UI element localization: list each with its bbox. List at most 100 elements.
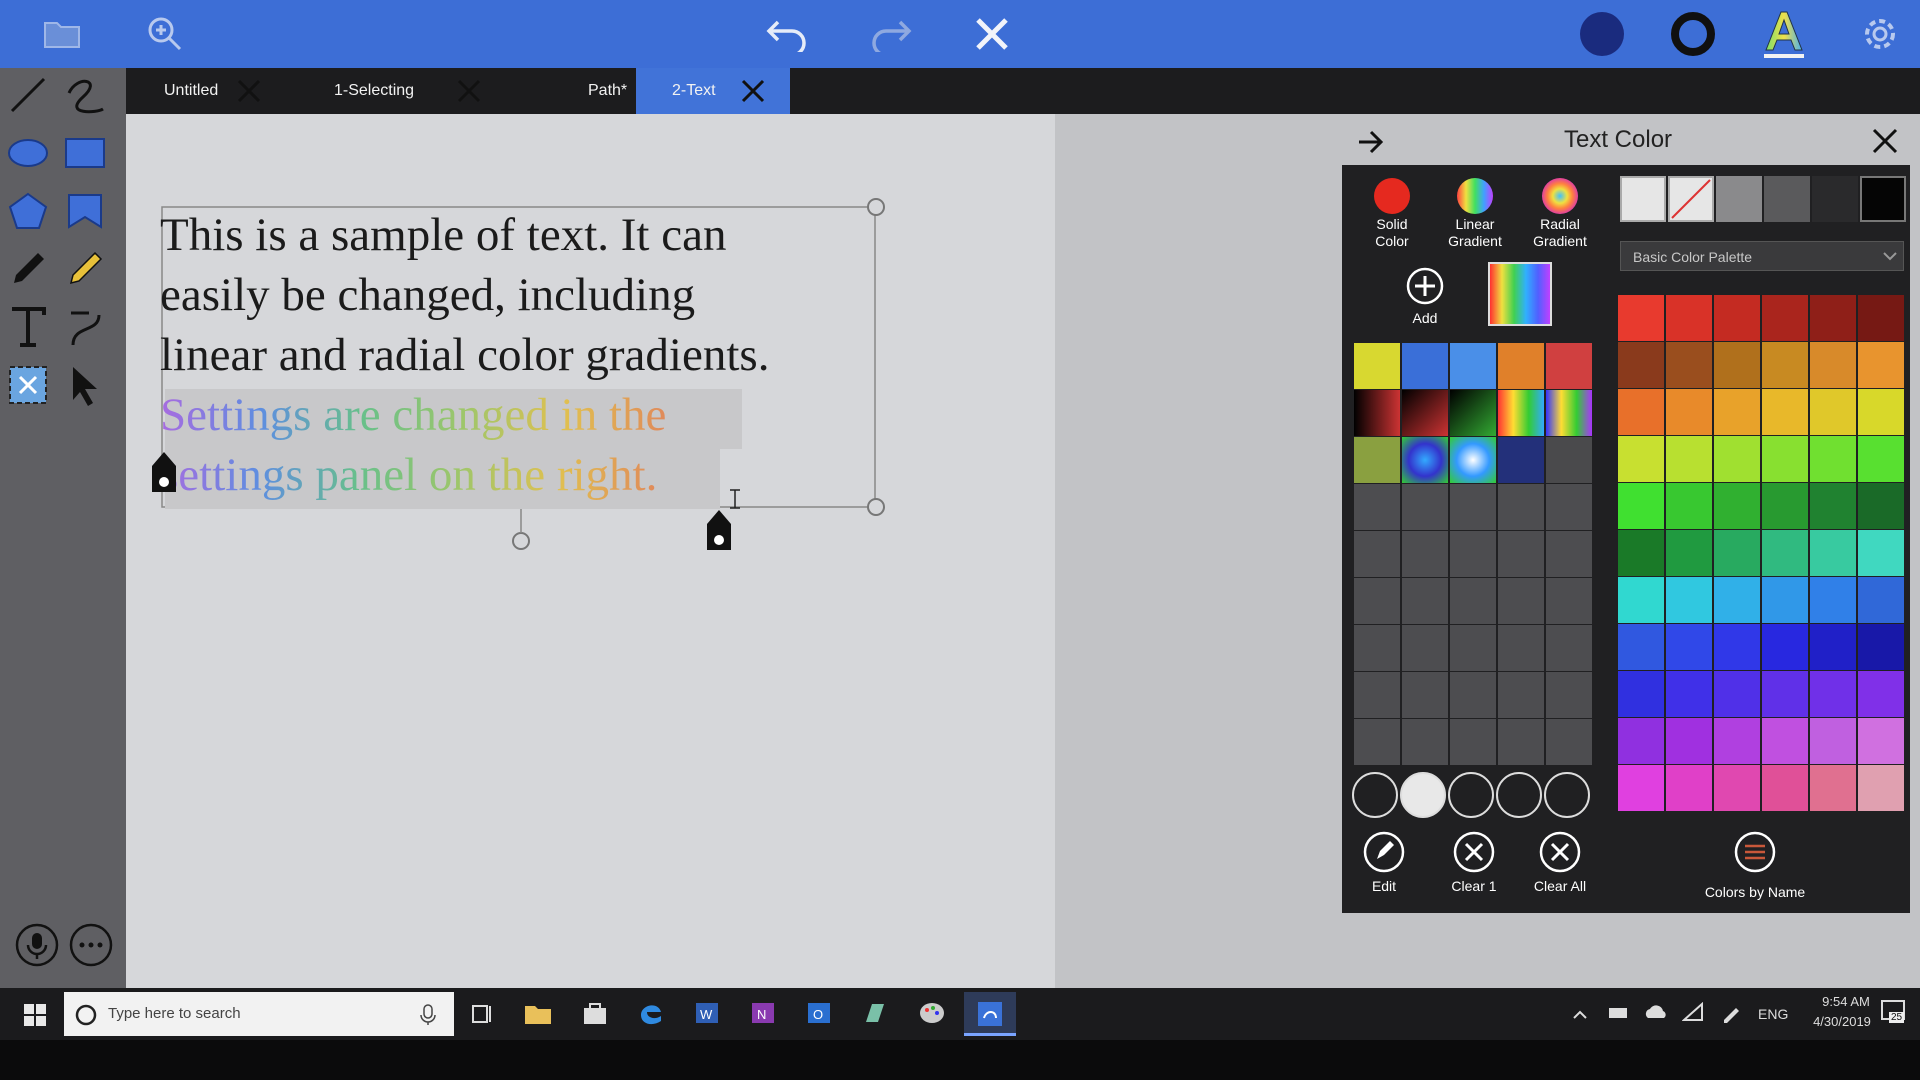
gradient-swatch[interactable]	[1450, 484, 1496, 530]
gradient-swatch[interactable]	[1546, 390, 1592, 436]
gradient-swatch[interactable]	[1546, 343, 1592, 389]
palette-swatch[interactable]	[1714, 342, 1760, 388]
palette-swatch[interactable]	[1858, 342, 1904, 388]
gradient-swatch[interactable]	[1546, 625, 1592, 671]
settings-gear-icon[interactable]	[1852, 6, 1908, 62]
zoom-icon[interactable]	[137, 6, 193, 62]
show-hidden-icons-icon[interactable]	[1572, 1008, 1588, 1020]
gradient-swatch[interactable]	[1402, 390, 1448, 436]
freehand-tool-icon[interactable]	[60, 70, 110, 120]
palette-swatch[interactable]	[1618, 342, 1664, 388]
palette-swatch[interactable]	[1618, 624, 1664, 670]
text-color-icon[interactable]	[1756, 6, 1812, 62]
shade-swatch[interactable]	[1812, 176, 1858, 222]
line-tool-icon[interactable]	[3, 70, 53, 120]
palette-swatch[interactable]	[1666, 624, 1712, 670]
palette-swatch[interactable]	[1666, 765, 1712, 811]
palette-swatch[interactable]	[1858, 530, 1904, 576]
gradient-swatch[interactable]	[1354, 437, 1400, 483]
colors-by-name-label[interactable]: Colors by Name	[1690, 884, 1820, 900]
active-app-icon[interactable]	[964, 992, 1016, 1036]
gradient-swatch[interactable]	[1546, 437, 1592, 483]
no-color-swatch[interactable]	[1668, 176, 1714, 222]
pen-icon[interactable]	[1720, 1002, 1742, 1024]
edit-icon[interactable]	[1362, 830, 1406, 874]
palette-swatch[interactable]	[1714, 718, 1760, 764]
palette-swatch[interactable]	[1618, 718, 1664, 764]
palette-swatch[interactable]	[1618, 765, 1664, 811]
gradient-swatch[interactable]	[1498, 437, 1544, 483]
close-tab-icon[interactable]	[236, 78, 262, 104]
gradient-swatch[interactable]	[1402, 531, 1448, 577]
palette-swatch[interactable]	[1714, 671, 1760, 717]
recent-color-slot[interactable]	[1400, 772, 1446, 818]
text-tool-icon[interactable]	[3, 302, 53, 352]
task-view-icon[interactable]	[470, 1002, 494, 1026]
palette-swatch[interactable]	[1666, 483, 1712, 529]
gradient-swatch[interactable]	[1546, 531, 1592, 577]
windows-start-icon[interactable]	[24, 1004, 46, 1026]
edge-browser-icon[interactable]	[638, 1000, 664, 1026]
clock-date[interactable]: 4/30/2019	[1796, 1014, 1888, 1029]
palette-swatch[interactable]	[1714, 530, 1760, 576]
gradient-swatch[interactable]	[1450, 578, 1496, 624]
tab-2-text[interactable]: 2-Text	[636, 68, 790, 114]
palette-swatch[interactable]	[1810, 765, 1856, 811]
palette-swatch[interactable]	[1810, 295, 1856, 341]
palette-swatch[interactable]	[1666, 342, 1712, 388]
gradient-swatch[interactable]	[1354, 484, 1400, 530]
palette-swatch[interactable]	[1858, 624, 1904, 670]
solid-color-icon[interactable]	[1372, 176, 1412, 216]
edit-label[interactable]: Edit	[1354, 878, 1414, 894]
recent-color-slot[interactable]	[1352, 772, 1398, 818]
gradient-swatch[interactable]	[1498, 484, 1544, 530]
palette-swatch[interactable]	[1762, 718, 1808, 764]
recent-color-slot[interactable]	[1496, 772, 1542, 818]
palette-swatch[interactable]	[1762, 765, 1808, 811]
palette-swatch[interactable]	[1858, 483, 1904, 529]
gradient-swatch[interactable]	[1402, 719, 1448, 765]
gradient-swatch[interactable]	[1450, 531, 1496, 577]
palette-swatch[interactable]	[1666, 295, 1712, 341]
close-document-icon[interactable]	[964, 6, 1020, 62]
palette-swatch[interactable]	[1858, 671, 1904, 717]
palette-swatch[interactable]	[1810, 718, 1856, 764]
tab-1-selecting[interactable]: 1-Selecting	[302, 68, 512, 114]
recent-color-slot[interactable]	[1448, 772, 1494, 818]
redo-icon[interactable]	[862, 6, 918, 62]
palette-swatch[interactable]	[1714, 483, 1760, 529]
palette-swatch[interactable]	[1858, 718, 1904, 764]
text-object[interactable]: This is a sample of text. It can easily …	[160, 205, 880, 505]
palette-swatch[interactable]	[1714, 765, 1760, 811]
wifi-icon[interactable]	[1682, 1002, 1704, 1022]
onenote-icon[interactable]: N	[750, 1000, 776, 1026]
gradient-swatch[interactable]	[1498, 719, 1544, 765]
palette-swatch[interactable]	[1762, 342, 1808, 388]
fill-color-icon[interactable]	[1574, 6, 1630, 62]
path-text-tool-icon[interactable]	[60, 302, 110, 352]
palette-swatch[interactable]	[1858, 389, 1904, 435]
radial-gradient-label[interactable]: Radial Gradient	[1525, 216, 1595, 250]
gradient-swatch[interactable]	[1402, 672, 1448, 718]
palette-swatch[interactable]	[1810, 483, 1856, 529]
clear-one-icon[interactable]	[1452, 830, 1496, 874]
gradient-swatch[interactable]	[1450, 390, 1496, 436]
clear-all-label[interactable]: Clear All	[1525, 878, 1595, 894]
gradient-swatch[interactable]	[1402, 343, 1448, 389]
gradient-swatch[interactable]	[1450, 625, 1496, 671]
palette-swatch[interactable]	[1666, 530, 1712, 576]
palette-swatch[interactable]	[1810, 530, 1856, 576]
palette-swatch[interactable]	[1762, 530, 1808, 576]
palette-swatch[interactable]	[1762, 436, 1808, 482]
shape-tool-icon[interactable]	[60, 186, 110, 236]
gradient-swatch[interactable]	[1354, 625, 1400, 671]
action-center-icon[interactable]: 25	[1880, 998, 1910, 1028]
rectangle-tool-icon[interactable]	[60, 128, 110, 178]
palette-swatch[interactable]	[1618, 530, 1664, 576]
selection-end-handle[interactable]	[705, 508, 733, 554]
palette-swatch[interactable]	[1618, 577, 1664, 623]
more-options-icon[interactable]	[66, 920, 116, 970]
tab-untitled[interactable]: Untitled	[126, 68, 276, 114]
palette-swatch[interactable]	[1858, 577, 1904, 623]
gradient-swatch[interactable]	[1354, 531, 1400, 577]
